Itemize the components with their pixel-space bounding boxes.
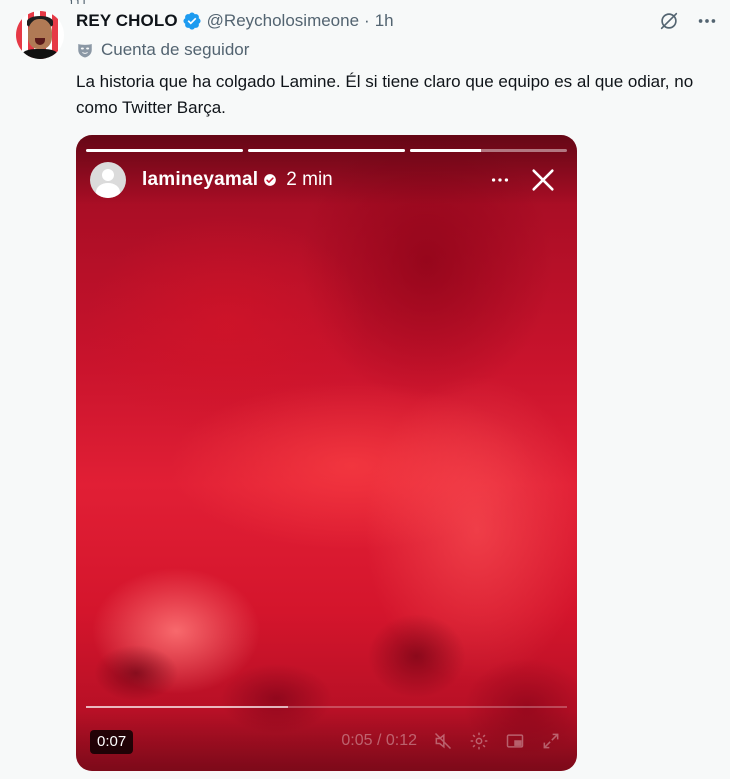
story-more-icon [491,178,509,182]
tweet-header: REY CHOLO @Reycholosimeone · 1h [76,10,394,32]
story-close-icon [532,169,554,191]
previous-tweet-cut-text: ʅ ʅ ɩ [70,0,86,4]
story-avatar [90,162,126,198]
mask-icon [78,44,92,58]
verified-badge-icon [183,12,201,30]
grok-icon[interactable] [658,10,680,32]
fullscreen-icon[interactable] [541,731,561,751]
more-icon[interactable] [696,10,718,32]
video-time-readout: 0:05 / 0:12 [341,732,417,749]
video-player[interactable]: lamineyamal 2 min 0:07 0:05 / 0:12 [76,135,577,771]
story-segment [248,149,405,152]
tweet-text: La historia que ha colgado Lamine. Él si… [76,72,694,117]
story-time: 2 min [286,169,333,190]
video-duration-badge: 0:07 [90,730,134,754]
video-controls: 0:05 / 0:12 [341,731,561,751]
tweet-top-actions [658,10,718,32]
story-verified-icon [264,174,277,186]
story-header: lamineyamal 2 min [90,161,563,199]
story-progress-bars [86,149,567,152]
author-avatar[interactable] [16,11,64,59]
context-label: Cuenta de seguidor [101,40,250,59]
story-username: lamineyamal [142,169,259,190]
story-segment [86,149,243,152]
author-name[interactable]: REY CHOLO [76,10,178,32]
gear-icon[interactable] [469,731,489,751]
separator-dot: · [364,11,370,30]
author-handle[interactable]: @Reycholosimeone [207,10,359,32]
pip-icon[interactable] [505,731,525,751]
video-seekbar-fill [86,706,289,708]
mute-icon[interactable] [433,731,453,751]
social-context: Cuenta de seguidor [76,40,249,60]
story-segment [410,149,567,152]
video-seekbar[interactable] [86,706,567,708]
tweet-time[interactable]: 1h [375,10,394,32]
